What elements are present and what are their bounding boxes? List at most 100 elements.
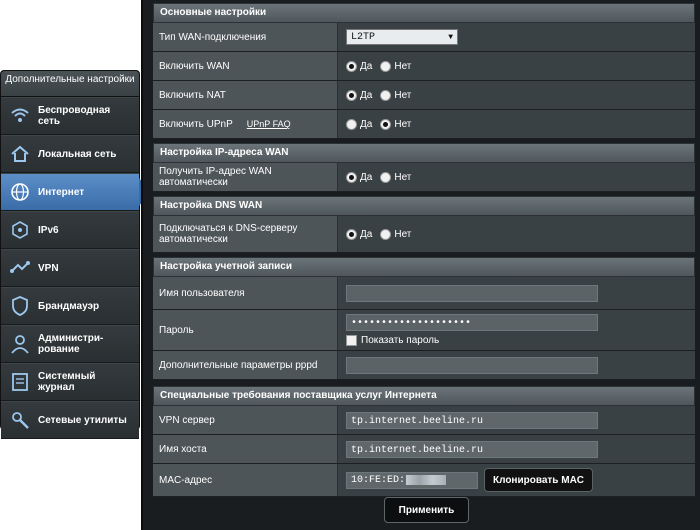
sidebar-item-lan[interactable]: Локальная сеть [1,135,139,173]
dns-auto-no-radio[interactable]: Нет [380,228,412,240]
username-input[interactable] [346,284,598,302]
ipv6-icon [8,218,32,242]
radio-label: Нет [394,118,412,130]
wan-type-value: L2TP [351,32,376,43]
password-input[interactable]: •••••••••••••••••••• [346,314,598,331]
tools-icon [8,408,32,432]
enable-upnp-row: Включить UPnP UPnP FAQ Да Нет [153,110,695,139]
sidebar-title: Дополнительные настройки [1,71,139,97]
sidebar-item-label: Интернет [38,186,85,198]
section-title: Настройка учетной записи [153,257,695,277]
sidebar-item-network-tools[interactable]: Сетевые утилиты [1,401,139,439]
sidebar: Дополнительные настройки Беспроводная се… [0,70,151,439]
enable-nat-label: Включить NAT [153,81,338,109]
sidebar-item-internet[interactable]: Интернет [1,173,151,211]
wan-ip-auto-row: Получить IP-адрес WAN автоматически Да Н… [153,163,695,192]
wan-ip-auto-yes-radio[interactable]: Да [346,171,373,183]
section-title: Основные настройки [153,3,695,23]
section-title: Настройка DNS WAN [153,196,695,216]
dns-auto-label: Подключаться к DNS-серверу автоматически [153,216,338,252]
enable-nat-no-radio[interactable]: Нет [380,89,412,101]
username-label: Имя пользователя [153,277,338,309]
sidebar-item-firewall[interactable]: Брандмауэр [1,287,139,325]
radio-dot [346,60,357,72]
wan-ip-auto-label: Получить IP-адрес WAN автоматически [153,163,338,191]
enable-upnp-label-cell: Включить UPnP UPnP FAQ [153,110,338,138]
password-row: Пароль •••••••••••••••••••• Показать пар… [153,310,695,351]
radio-dot [346,228,357,240]
dns-auto-yes-radio[interactable]: Да [346,228,373,240]
wan-type-label: Тип WAN-подключения [153,23,338,51]
clone-mac-button[interactable]: Клонировать MAC [484,468,594,492]
radio-dot [380,118,392,130]
enable-upnp-no-radio[interactable]: Нет [380,118,412,130]
radio-label: Да [360,89,373,101]
radio-label: Нет [394,89,412,101]
show-password-checkbox[interactable] [346,335,357,346]
mac-input[interactable]: 10:FE:ED: [346,471,478,489]
radio-label: Нет [394,171,412,183]
enable-upnp-yes-radio[interactable]: Да [346,118,372,130]
wan-type-row: Тип WAN-подключения L2TP ▼ [153,23,695,52]
wan-ip-auto-no-radio[interactable]: Нет [380,171,412,183]
hostname-row: Имя хоста tp.internet.beeline.ru [153,435,695,464]
radio-label: Да [360,228,373,240]
hostname-label: Имя хоста [153,435,338,463]
redacted-mac-block [406,475,447,485]
sidebar-item-label: Локальная сеть [38,148,117,160]
enable-nat-row: Включить NAT Да Нет [153,81,695,110]
enable-wan-yes-radio[interactable]: Да [346,60,373,72]
sidebar-item-administration[interactable]: Администри-рование [1,325,139,363]
enable-wan-row: Включить WAN Да Нет [153,52,695,81]
radio-dot [380,228,392,240]
apply-button[interactable]: Применить [384,497,469,523]
shield-icon [8,294,32,318]
radio-dot [346,118,357,130]
show-password-toggle[interactable]: Показать пароль [346,335,439,346]
username-row: Имя пользователя [153,277,695,310]
log-icon [8,370,32,394]
pppd-input[interactable] [346,356,598,374]
globe-icon [8,180,32,204]
dns-auto-row: Подключаться к DNS-серверу автоматически… [153,216,695,253]
radio-dot [380,171,392,183]
sidebar-item-vpn[interactable]: VPN [1,249,139,287]
section-title: Настройка IP-адреса WAN [153,143,695,163]
section-title: Специальные требования поставщика услуг … [153,386,695,406]
sidebar-item-system-log[interactable]: Системный журнал [1,363,139,401]
sidebar-item-label: Брандмауэр [38,300,100,312]
upnp-faq-link[interactable]: UPnP FAQ [247,119,291,129]
pppd-row: Дополнительные параметры pppd [153,351,695,380]
basic-settings-section: Основные настройки Тип WAN-подключения L… [153,3,695,139]
sidebar-item-label: Системный журнал [38,371,96,393]
sidebar-item-ipv6[interactable]: IPv6 [1,211,139,249]
vpn-icon [8,256,32,280]
vpn-server-input[interactable]: tp.internet.beeline.ru [346,411,598,429]
hostname-input[interactable]: tp.internet.beeline.ru [346,440,598,458]
enable-nat-yes-radio[interactable]: Да [346,89,373,101]
admin-user-icon [8,332,32,356]
sidebar-item-label: IPv6 [38,224,59,236]
mac-label: MAC-адрес [153,464,338,496]
wan-ip-section: Настройка IP-адреса WAN Получить IP-адре… [153,143,695,192]
radio-label: Нет [394,228,412,240]
password-label: Пароль [153,310,338,350]
sidebar-item-label: VPN [38,262,59,274]
wan-type-select[interactable]: L2TP ▼ [346,29,458,45]
dns-section: Настройка DNS WAN Подключаться к DNS-сер… [153,196,695,253]
radio-dot [380,89,392,101]
wifi-icon [8,104,32,128]
enable-wan-label: Включить WAN [153,52,338,80]
enable-upnp-label: Включить UPnP [159,118,233,130]
enable-wan-no-radio[interactable]: Нет [380,60,411,72]
main-panel: Основные настройки Тип WAN-подключения L… [141,0,700,530]
radio-label: Да [360,171,373,183]
chevron-down-icon: ▼ [448,33,453,42]
sidebar-item-wireless[interactable]: Беспроводная сеть [1,97,139,135]
radio-label: Да [360,60,373,72]
mac-row: MAC-адрес 10:FE:ED: Клонировать MAC [153,464,695,497]
sidebar-item-label: Администри-рование [38,333,104,355]
mac-value: 10:FE:ED: [351,474,406,486]
home-icon [8,142,32,166]
isp-section: Специальные требования поставщика услуг … [153,386,695,497]
